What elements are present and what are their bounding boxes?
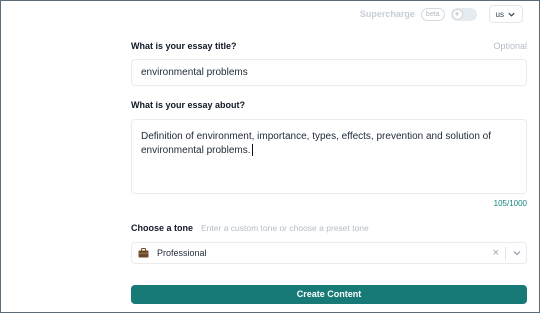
create-content-button[interactable]: Create Content [131, 285, 527, 304]
chevron-down-icon[interactable] [512, 248, 522, 258]
optional-label: Optional [493, 41, 527, 51]
essay-about-text: Definition of environment, importance, t… [141, 131, 492, 156]
character-counter: 105/1000 [493, 199, 527, 208]
clear-icon[interactable]: × [493, 247, 499, 259]
language-value: us [495, 9, 504, 19]
tone-select[interactable]: Professional × [131, 242, 527, 264]
title-label: What is your essay title? [131, 41, 237, 51]
about-label: What is your essay about? [131, 100, 246, 110]
tone-hint: Enter a custom tone or choose a preset t… [201, 223, 369, 233]
beta-badge: beta [420, 7, 445, 21]
plus-icon: + [451, 8, 463, 20]
top-toolbar: Supercharge beta + us [360, 5, 523, 23]
supercharge-label: Supercharge [359, 9, 415, 19]
language-select[interactable]: us [488, 5, 523, 23]
supercharge-toggle[interactable]: + [450, 7, 477, 21]
essay-about-textarea[interactable]: Definition of environment, importance, t… [131, 119, 527, 194]
text-cursor [251, 144, 253, 157]
chevron-down-icon [508, 12, 515, 17]
tone-actions: × [493, 243, 522, 263]
briefcase-icon [138, 248, 149, 258]
tone-label: Choose a tone [131, 223, 194, 233]
tone-label-row: Choose a tone Enter a custom tone or cho… [131, 223, 369, 233]
essay-title-input[interactable]: environmental problems [131, 59, 527, 86]
divider [505, 246, 506, 260]
tone-selected-value: Professional [157, 248, 207, 258]
page-frame: Supercharge beta + us What is your essay… [0, 0, 540, 313]
